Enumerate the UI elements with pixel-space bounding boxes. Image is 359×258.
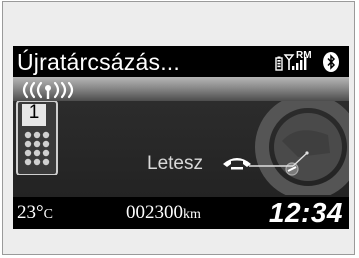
screen-title: Újratárcsázás... — [17, 49, 180, 75]
calling-waves-icon — [22, 81, 74, 99]
call-status-bar — [13, 77, 349, 101]
figure-frame: Újratárcsázás... RM 1 Letesz 23°C 002300… — [2, 1, 355, 255]
hang-up-icon — [223, 158, 251, 170]
temperature-unit: C — [43, 207, 53, 222]
phone-slot-number: 1 — [28, 102, 40, 123]
odometer-value: 002300 — [126, 202, 183, 223]
multi-info-display: Újratárcsázás... RM 1 Letesz 23°C 002300… — [13, 46, 349, 229]
clock: 12:34 — [268, 197, 343, 228]
phone-battery-icon — [275, 56, 283, 71]
temperature-value: 23° — [17, 202, 44, 223]
outside-temperature: 23°C — [17, 202, 53, 226]
call-content: 1 Letesz — [13, 101, 349, 197]
title-bar: Újratárcsázás... RM — [13, 46, 349, 77]
hang-up-label: Letesz — [147, 153, 203, 174]
pointer-line — [249, 151, 309, 167]
bluetooth-icon — [323, 52, 339, 72]
info-bar: 23°C 002300km 12:34 — [13, 197, 349, 229]
odometer-unit: km — [183, 207, 201, 222]
roaming-badge: RM — [296, 50, 312, 61]
odometer: 002300km — [126, 202, 201, 226]
status-icons: RM — [275, 50, 339, 72]
